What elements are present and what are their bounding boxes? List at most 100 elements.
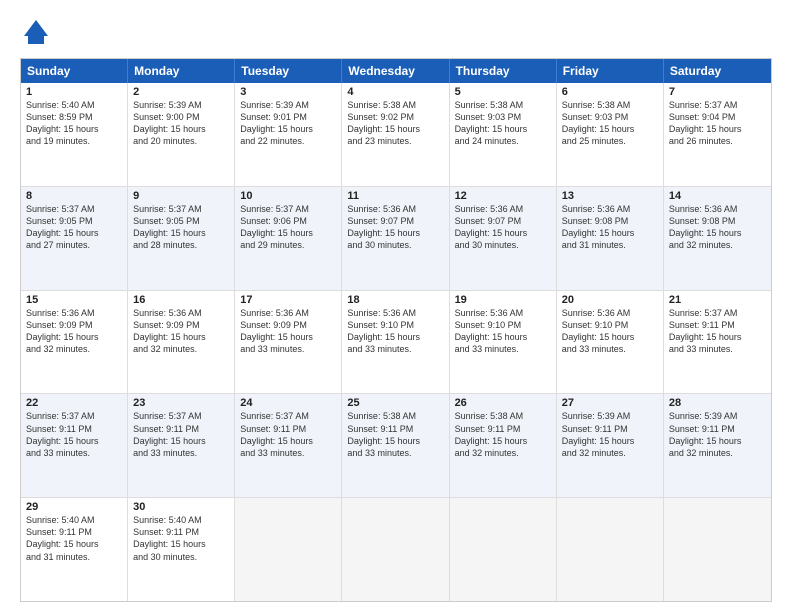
calendar-cell: 25Sunrise: 5:38 AM Sunset: 9:11 PM Dayli… xyxy=(342,394,449,497)
calendar-cell: 10Sunrise: 5:37 AM Sunset: 9:06 PM Dayli… xyxy=(235,187,342,290)
header-day: Wednesday xyxy=(342,59,449,83)
day-number: 25 xyxy=(347,397,443,409)
cell-info: Sunrise: 5:37 AM Sunset: 9:04 PM Dayligh… xyxy=(669,99,766,148)
cell-info: Sunrise: 5:37 AM Sunset: 9:11 PM Dayligh… xyxy=(133,410,229,459)
header-day: Saturday xyxy=(664,59,771,83)
cell-info: Sunrise: 5:36 AM Sunset: 9:09 PM Dayligh… xyxy=(26,307,122,356)
calendar-cell xyxy=(664,498,771,601)
cell-info: Sunrise: 5:38 AM Sunset: 9:11 PM Dayligh… xyxy=(455,410,551,459)
calendar-cell: 15Sunrise: 5:36 AM Sunset: 9:09 PM Dayli… xyxy=(21,291,128,394)
day-number: 15 xyxy=(26,294,122,306)
day-number: 6 xyxy=(562,86,658,98)
cell-info: Sunrise: 5:37 AM Sunset: 9:11 PM Dayligh… xyxy=(669,307,766,356)
cell-info: Sunrise: 5:36 AM Sunset: 9:09 PM Dayligh… xyxy=(240,307,336,356)
day-number: 5 xyxy=(455,86,551,98)
cell-info: Sunrise: 5:37 AM Sunset: 9:06 PM Dayligh… xyxy=(240,203,336,252)
day-number: 23 xyxy=(133,397,229,409)
calendar-cell: 13Sunrise: 5:36 AM Sunset: 9:08 PM Dayli… xyxy=(557,187,664,290)
calendar-cell: 1Sunrise: 5:40 AM Sunset: 8:59 PM Daylig… xyxy=(21,83,128,186)
calendar-cell: 17Sunrise: 5:36 AM Sunset: 9:09 PM Dayli… xyxy=(235,291,342,394)
cell-info: Sunrise: 5:38 AM Sunset: 9:02 PM Dayligh… xyxy=(347,99,443,148)
calendar-cell xyxy=(235,498,342,601)
cell-info: Sunrise: 5:37 AM Sunset: 9:05 PM Dayligh… xyxy=(26,203,122,252)
cell-info: Sunrise: 5:38 AM Sunset: 9:11 PM Dayligh… xyxy=(347,410,443,459)
calendar-cell xyxy=(450,498,557,601)
day-number: 2 xyxy=(133,86,229,98)
day-number: 16 xyxy=(133,294,229,306)
calendar-cell: 12Sunrise: 5:36 AM Sunset: 9:07 PM Dayli… xyxy=(450,187,557,290)
cell-info: Sunrise: 5:36 AM Sunset: 9:08 PM Dayligh… xyxy=(562,203,658,252)
calendar-header: SundayMondayTuesdayWednesdayThursdayFrid… xyxy=(21,59,771,83)
day-number: 29 xyxy=(26,501,122,513)
cell-info: Sunrise: 5:37 AM Sunset: 9:11 PM Dayligh… xyxy=(26,410,122,459)
calendar-cell: 14Sunrise: 5:36 AM Sunset: 9:08 PM Dayli… xyxy=(664,187,771,290)
day-number: 3 xyxy=(240,86,336,98)
calendar-body: 1Sunrise: 5:40 AM Sunset: 8:59 PM Daylig… xyxy=(21,83,771,601)
calendar-cell: 23Sunrise: 5:37 AM Sunset: 9:11 PM Dayli… xyxy=(128,394,235,497)
cell-info: Sunrise: 5:36 AM Sunset: 9:07 PM Dayligh… xyxy=(455,203,551,252)
calendar-page: SundayMondayTuesdayWednesdayThursdayFrid… xyxy=(0,0,792,612)
cell-info: Sunrise: 5:39 AM Sunset: 9:11 PM Dayligh… xyxy=(562,410,658,459)
calendar-cell: 6Sunrise: 5:38 AM Sunset: 9:03 PM Daylig… xyxy=(557,83,664,186)
cell-info: Sunrise: 5:37 AM Sunset: 9:11 PM Dayligh… xyxy=(240,410,336,459)
day-number: 4 xyxy=(347,86,443,98)
calendar-cell: 19Sunrise: 5:36 AM Sunset: 9:10 PM Dayli… xyxy=(450,291,557,394)
cell-info: Sunrise: 5:39 AM Sunset: 9:01 PM Dayligh… xyxy=(240,99,336,148)
calendar-cell: 21Sunrise: 5:37 AM Sunset: 9:11 PM Dayli… xyxy=(664,291,771,394)
header-day: Friday xyxy=(557,59,664,83)
calendar-cell: 2Sunrise: 5:39 AM Sunset: 9:00 PM Daylig… xyxy=(128,83,235,186)
calendar-cell: 16Sunrise: 5:36 AM Sunset: 9:09 PM Dayli… xyxy=(128,291,235,394)
calendar-cell: 11Sunrise: 5:36 AM Sunset: 9:07 PM Dayli… xyxy=(342,187,449,290)
day-number: 8 xyxy=(26,190,122,202)
day-number: 7 xyxy=(669,86,766,98)
cell-info: Sunrise: 5:36 AM Sunset: 9:10 PM Dayligh… xyxy=(562,307,658,356)
calendar-cell xyxy=(557,498,664,601)
calendar-cell: 7Sunrise: 5:37 AM Sunset: 9:04 PM Daylig… xyxy=(664,83,771,186)
day-number: 22 xyxy=(26,397,122,409)
cell-info: Sunrise: 5:36 AM Sunset: 9:08 PM Dayligh… xyxy=(669,203,766,252)
calendar-row: 29Sunrise: 5:40 AM Sunset: 9:11 PM Dayli… xyxy=(21,497,771,601)
calendar: SundayMondayTuesdayWednesdayThursdayFrid… xyxy=(20,58,772,602)
day-number: 21 xyxy=(669,294,766,306)
day-number: 12 xyxy=(455,190,551,202)
day-number: 11 xyxy=(347,190,443,202)
day-number: 26 xyxy=(455,397,551,409)
calendar-cell: 22Sunrise: 5:37 AM Sunset: 9:11 PM Dayli… xyxy=(21,394,128,497)
day-number: 18 xyxy=(347,294,443,306)
calendar-cell: 20Sunrise: 5:36 AM Sunset: 9:10 PM Dayli… xyxy=(557,291,664,394)
logo xyxy=(20,16,58,48)
header-day: Sunday xyxy=(21,59,128,83)
cell-info: Sunrise: 5:36 AM Sunset: 9:10 PM Dayligh… xyxy=(347,307,443,356)
calendar-cell: 18Sunrise: 5:36 AM Sunset: 9:10 PM Dayli… xyxy=(342,291,449,394)
cell-info: Sunrise: 5:37 AM Sunset: 9:05 PM Dayligh… xyxy=(133,203,229,252)
calendar-cell: 9Sunrise: 5:37 AM Sunset: 9:05 PM Daylig… xyxy=(128,187,235,290)
calendar-cell: 5Sunrise: 5:38 AM Sunset: 9:03 PM Daylig… xyxy=(450,83,557,186)
calendar-cell: 3Sunrise: 5:39 AM Sunset: 9:01 PM Daylig… xyxy=(235,83,342,186)
header-day: Thursday xyxy=(450,59,557,83)
cell-info: Sunrise: 5:40 AM Sunset: 9:11 PM Dayligh… xyxy=(26,514,122,563)
calendar-row: 15Sunrise: 5:36 AM Sunset: 9:09 PM Dayli… xyxy=(21,290,771,394)
day-number: 19 xyxy=(455,294,551,306)
header-day: Monday xyxy=(128,59,235,83)
cell-info: Sunrise: 5:39 AM Sunset: 9:11 PM Dayligh… xyxy=(669,410,766,459)
cell-info: Sunrise: 5:36 AM Sunset: 9:09 PM Dayligh… xyxy=(133,307,229,356)
calendar-cell: 30Sunrise: 5:40 AM Sunset: 9:11 PM Dayli… xyxy=(128,498,235,601)
calendar-cell: 28Sunrise: 5:39 AM Sunset: 9:11 PM Dayli… xyxy=(664,394,771,497)
cell-info: Sunrise: 5:38 AM Sunset: 9:03 PM Dayligh… xyxy=(562,99,658,148)
calendar-cell: 24Sunrise: 5:37 AM Sunset: 9:11 PM Dayli… xyxy=(235,394,342,497)
logo-icon xyxy=(20,16,52,48)
day-number: 20 xyxy=(562,294,658,306)
day-number: 30 xyxy=(133,501,229,513)
calendar-cell: 8Sunrise: 5:37 AM Sunset: 9:05 PM Daylig… xyxy=(21,187,128,290)
calendar-cell: 26Sunrise: 5:38 AM Sunset: 9:11 PM Dayli… xyxy=(450,394,557,497)
day-number: 1 xyxy=(26,86,122,98)
day-number: 9 xyxy=(133,190,229,202)
cell-info: Sunrise: 5:40 AM Sunset: 9:11 PM Dayligh… xyxy=(133,514,229,563)
cell-info: Sunrise: 5:39 AM Sunset: 9:00 PM Dayligh… xyxy=(133,99,229,148)
day-number: 28 xyxy=(669,397,766,409)
day-number: 14 xyxy=(669,190,766,202)
cell-info: Sunrise: 5:36 AM Sunset: 9:10 PM Dayligh… xyxy=(455,307,551,356)
calendar-cell: 29Sunrise: 5:40 AM Sunset: 9:11 PM Dayli… xyxy=(21,498,128,601)
day-number: 13 xyxy=(562,190,658,202)
header-day: Tuesday xyxy=(235,59,342,83)
